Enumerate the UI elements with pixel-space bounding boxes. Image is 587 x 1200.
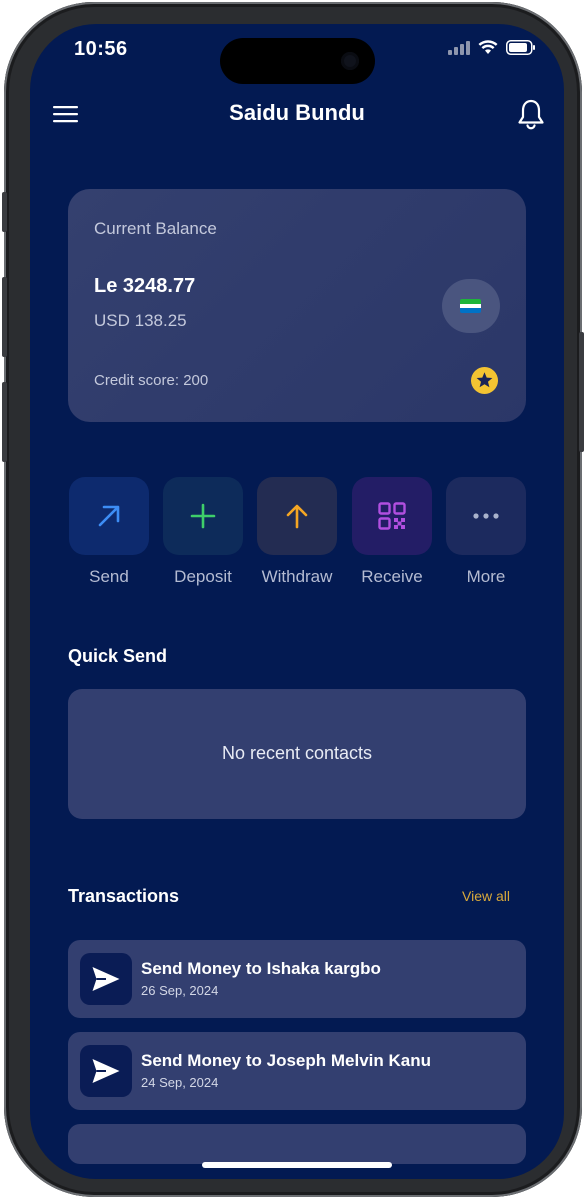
home-indicator[interactable] <box>202 1162 392 1168</box>
credit-badge[interactable] <box>471 367 498 394</box>
withdraw-tile <box>257 477 337 555</box>
transaction-row-partial[interactable] <box>68 1124 526 1164</box>
star-icon <box>476 372 493 388</box>
paper-plane-icon <box>92 967 120 991</box>
deposit-action[interactable]: Deposit <box>162 477 244 587</box>
signal-icon <box>448 40 470 55</box>
page-title: Saidu Bundu <box>229 100 365 125</box>
more-action[interactable]: More <box>445 477 527 587</box>
transaction-icon-box <box>80 1045 132 1097</box>
transactions-title: Transactions <box>68 886 180 906</box>
transaction-date: 26 Sep, 2024 <box>141 983 219 998</box>
view-all-link[interactable]: View all <box>462 888 510 904</box>
transaction-title: Send Money to Ishaka kargbo <box>141 959 381 978</box>
quick-actions: Send Deposit Withdraw Receive More <box>68 477 528 597</box>
quick-send-contacts: No recent contacts <box>68 689 526 819</box>
camera-icon <box>341 52 359 70</box>
battery-icon <box>506 40 535 55</box>
quick-send-title: Quick Send <box>68 646 168 666</box>
transaction-icon-box <box>80 953 132 1005</box>
more-dots-icon <box>473 513 499 519</box>
balance-label: Current Balance <box>94 219 217 238</box>
status-time: 10:56 <box>74 38 128 60</box>
sierra-leone-flag-icon <box>460 299 481 313</box>
volume-down-button <box>2 382 7 462</box>
bell-icon <box>518 99 544 130</box>
receive-label: Receive <box>361 567 423 586</box>
quick-send-empty-text: No recent contacts <box>221 743 373 763</box>
volume-up-button <box>2 277 7 357</box>
withdraw-action[interactable]: Withdraw <box>256 477 338 587</box>
app-header: Saidu Bundu <box>30 94 564 138</box>
action-button <box>2 192 7 232</box>
send-action[interactable]: Send <box>68 477 150 587</box>
withdraw-label: Withdraw <box>261 567 333 586</box>
transaction-row[interactable]: Send Money to Joseph Melvin Kanu 24 Sep,… <box>68 1032 526 1110</box>
balance-card: Current Balance Le 3248.77 USD 138.25 Cr… <box>68 189 526 422</box>
phone-frame: 10:56 Saidu Bundu Current Balance Le 324… <box>2 2 584 1197</box>
wifi-icon <box>478 40 498 54</box>
balance-usd-amount: USD 138.25 <box>94 311 187 330</box>
credit-score: Credit score: 200 <box>94 372 209 389</box>
notification-button[interactable] <box>516 98 546 132</box>
receive-tile <box>352 477 432 555</box>
receive-action[interactable]: Receive <box>351 477 433 587</box>
paper-plane-icon <box>92 1059 120 1083</box>
plus-icon <box>190 503 216 529</box>
transaction-row[interactable]: Send Money to Ishaka kargbo 26 Sep, 2024 <box>68 940 526 1018</box>
more-tile <box>446 477 526 555</box>
transaction-date: 24 Sep, 2024 <box>141 1075 219 1090</box>
arrow-up-right-icon <box>98 505 120 527</box>
send-tile <box>69 477 149 555</box>
dynamic-island <box>220 38 375 84</box>
deposit-tile <box>163 477 243 555</box>
transaction-title: Send Money to Joseph Melvin Kanu <box>141 1051 431 1070</box>
app-screen: 10:56 Saidu Bundu Current Balance Le 324… <box>30 24 564 1179</box>
deposit-label: Deposit <box>174 567 232 586</box>
qr-code-icon <box>378 502 406 530</box>
arrow-up-icon <box>286 504 308 529</box>
currency-toggle-button[interactable] <box>442 279 500 333</box>
status-icons <box>448 40 536 55</box>
balance-amount: Le 3248.77 <box>94 275 196 297</box>
send-label: Send <box>89 567 129 586</box>
power-button <box>579 332 584 452</box>
more-label: More <box>466 567 506 586</box>
